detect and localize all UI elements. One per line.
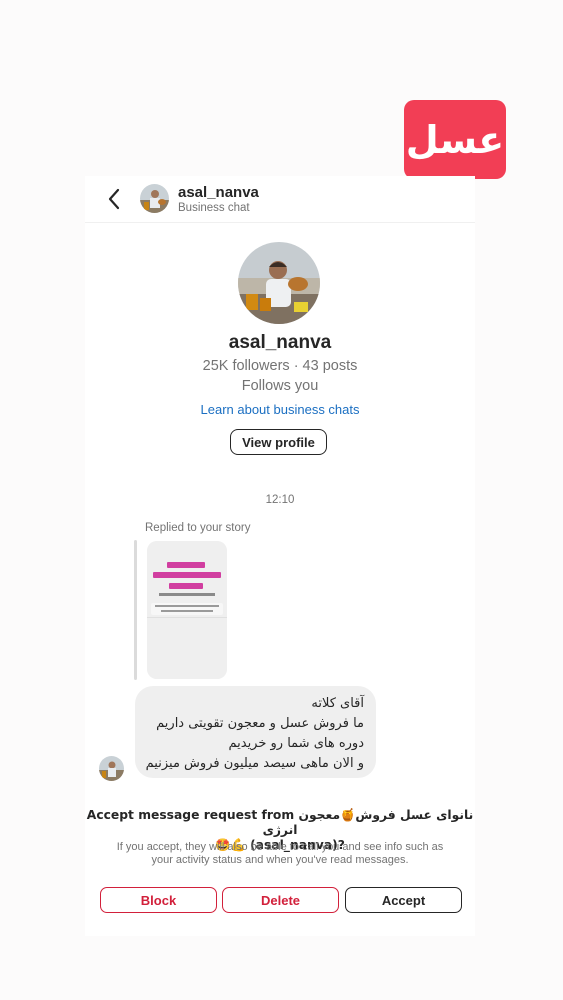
message-line: دوره های شما رو خریدیم — [228, 736, 364, 751]
story-thumbnail[interactable] — [147, 541, 227, 679]
accept-button[interactable]: Accept — [345, 887, 462, 913]
message-line: ما فروش عسل و معجون تقویتی داریم — [156, 716, 364, 731]
learn-business-chats-link[interactable]: Learn about business chats — [85, 402, 475, 417]
profile-avatar[interactable] — [238, 242, 320, 324]
message-bubble[interactable]: آقای کلاته ما فروش عسل و معجون تقویتی دا… — [135, 686, 376, 778]
block-button[interactable]: Block — [100, 887, 217, 913]
view-profile-button[interactable]: View profile — [230, 429, 327, 455]
message-sender-avatar[interactable] — [99, 756, 124, 781]
profile-name: asal_nanva — [228, 332, 332, 353]
back-arrow-icon[interactable] — [105, 186, 125, 212]
replied-to-story-label: Replied to your story — [145, 522, 251, 534]
chat-header: asal_nanva Business chat — [85, 176, 475, 223]
message-text: آقای کلاته ما فروش عسل و معجون تقویتی دا… — [146, 694, 364, 774]
profile-stats: 25K followers · 43 posts — [202, 358, 358, 374]
follows-you-label: Follows you — [241, 378, 319, 394]
badge-text: عسل — [405, 117, 505, 162]
title-badge: عسل — [404, 100, 506, 179]
message-timestamp: 12:10 — [265, 494, 295, 506]
chat-card: asal_nanva Business chat asal_nanva 25K … — [85, 176, 475, 936]
request-title-line: Accept message request from نانوای عسل ف… — [86, 808, 474, 837]
delete-button[interactable]: Delete — [222, 887, 339, 913]
message-line: و الان ماهی سیصد میلیون فروش میزنیم — [145, 756, 364, 771]
message-line: آقای کلاته — [311, 696, 364, 711]
message-request-description: If you accept, they will also be able to… — [116, 841, 444, 866]
header-username: asal_nanva — [178, 184, 259, 201]
reply-quote-bar — [134, 540, 137, 680]
header-subtitle: Business chat — [178, 202, 250, 214]
header-avatar[interactable] — [140, 184, 169, 213]
